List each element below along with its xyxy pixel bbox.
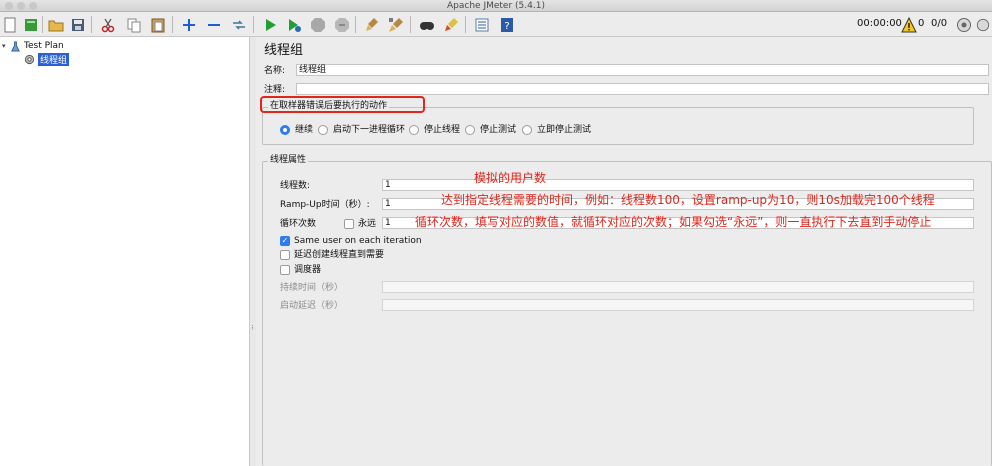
radio-label: 启动下一进程循环 <box>333 125 406 135</box>
checkbox-label: 永远 <box>358 219 377 229</box>
warning-icon[interactable] <box>900 16 917 33</box>
comment-field[interactable] <box>296 83 989 95</box>
radio-button[interactable] <box>318 125 328 135</box>
radio-button[interactable] <box>522 125 532 135</box>
checkbox[interactable] <box>280 265 290 275</box>
shutdown-icon[interactable] <box>332 15 351 34</box>
clear-all-icon[interactable] <box>386 15 405 34</box>
same-user-checkbox[interactable]: ✓ Same user on each iteration <box>280 235 422 247</box>
stop-icon[interactable] <box>308 15 327 34</box>
radio-stop-test-now[interactable]: 立即停止测试 <box>522 124 591 136</box>
toggle-icon[interactable] <box>229 15 248 34</box>
checkbox-label: Same user on each iteration <box>294 236 422 246</box>
active-threads: 0/0 <box>931 18 948 29</box>
elapsed-timer: 00:00:00 <box>857 18 902 29</box>
clear-icon[interactable] <box>362 15 381 34</box>
radio-label: 立即停止测试 <box>537 125 592 135</box>
comment-label: 注释: <box>264 85 286 95</box>
templates-icon[interactable] <box>21 15 40 34</box>
loop-label: 循环次数 <box>280 219 317 229</box>
annotation-rampup: 达到指定线程需要的时间，例如：线程数100，设置ramp-up为10，则10s加… <box>441 193 935 207</box>
radio-start-next-loop[interactable]: 启动下一进程循环 <box>318 124 405 136</box>
rampup-label: Ramp-Up时间（秒）: <box>280 200 370 210</box>
tree-item-label: Test Plan <box>24 41 64 51</box>
expand-icon[interactable] <box>179 15 198 34</box>
search-icon[interactable] <box>417 15 436 34</box>
threads-label: 线程数: <box>280 181 311 191</box>
thread-properties-title: 线程属性 <box>268 155 309 166</box>
checkbox-label: 调度器 <box>294 265 322 275</box>
start-icon[interactable] <box>260 15 279 34</box>
save-icon[interactable] <box>68 15 87 34</box>
remote-start-icon[interactable] <box>976 15 990 34</box>
name-label: 名称: <box>264 66 286 76</box>
radio-button[interactable] <box>280 125 290 135</box>
open-icon[interactable] <box>46 15 65 34</box>
collapse-icon[interactable] <box>204 15 223 34</box>
radio-label: 继续 <box>295 125 314 135</box>
copy-icon[interactable] <box>124 15 143 34</box>
radio-stop-thread[interactable]: 停止线程 <box>409 124 460 136</box>
name-field[interactable]: 线程组 <box>296 64 989 76</box>
checkbox[interactable]: ✓ <box>280 236 290 246</box>
radio-continue[interactable]: 继续 <box>280 124 313 136</box>
duration-field[interactable] <box>382 281 974 293</box>
paste-icon[interactable] <box>148 15 167 34</box>
cut-icon[interactable] <box>98 15 117 34</box>
radio-button[interactable] <box>409 125 419 135</box>
radio-label: 停止测试 <box>480 125 517 135</box>
radio-label: 停止线程 <box>424 125 461 135</box>
duration-label: 持续时间（秒） <box>280 283 344 293</box>
scheduler-checkbox[interactable]: 调度器 <box>280 264 321 276</box>
tree-item-label: 线程组 <box>38 52 70 66</box>
warning-count: 0 <box>918 18 925 29</box>
test-plan-icon <box>11 40 20 52</box>
toolbar: ? 00:00:00 0 0/0 <box>0 12 992 37</box>
test-plan-tree: ▾ Test Plan 线程组 <box>0 37 250 466</box>
checkbox-label: 延迟创建线程直到需要 <box>294 250 385 260</box>
help-icon[interactable]: ? <box>497 15 516 34</box>
radio-button[interactable] <box>465 125 475 135</box>
new-icon[interactable] <box>0 15 19 34</box>
startup-delay-field[interactable] <box>382 299 974 311</box>
expand-arrow-icon[interactable]: ▾ <box>2 42 10 50</box>
delay-thread-creation-checkbox[interactable]: 延迟创建线程直到需要 <box>280 249 384 261</box>
annotation-threads: 模拟的用户数 <box>474 171 547 185</box>
annotation-highlight-box <box>260 96 425 113</box>
page-title: 线程组 <box>264 43 304 58</box>
threads-field[interactable]: 1 <box>382 179 974 191</box>
gear-icon <box>24 54 35 64</box>
start-no-pause-icon[interactable] <box>284 15 303 34</box>
checkbox[interactable] <box>344 219 354 229</box>
title-bar: Apache JMeter (5.4.1) <box>0 0 992 12</box>
thread-group-panel: 线程组 名称: 线程组 注释: 在取样器错误后要执行的动作 继续 启动下一进程循… <box>256 37 992 466</box>
radio-stop-test[interactable]: 停止测试 <box>465 124 516 136</box>
reset-search-icon[interactable] <box>441 15 460 34</box>
svg-text:?: ? <box>504 21 509 32</box>
tree-item-thread-group[interactable]: 线程组 <box>24 52 70 66</box>
window-title: Apache JMeter (5.4.1) <box>447 1 545 11</box>
startup-delay-label: 启动延迟（秒） <box>280 301 344 311</box>
tree-item-test-plan[interactable]: ▾ Test Plan <box>2 40 64 52</box>
checkbox[interactable] <box>280 250 290 260</box>
remote-icon[interactable] <box>954 15 973 34</box>
splitter-handle[interactable]: ⠇ <box>251 325 255 332</box>
function-helper-icon[interactable] <box>472 15 491 34</box>
forever-checkbox[interactable]: 永远 <box>344 218 376 230</box>
annotation-loop: 循环次数，填写对应的数值，就循环对应的次数；如果勾选“永远”，则一直执行下去直到… <box>415 215 932 229</box>
